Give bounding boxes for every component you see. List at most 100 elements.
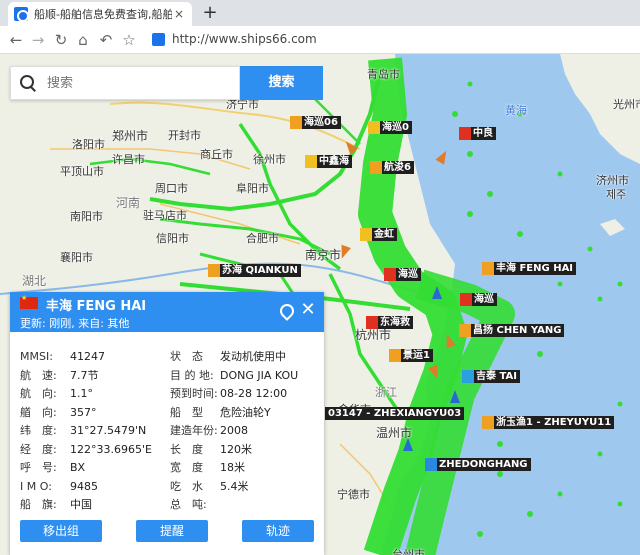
ship-marker[interactable]: 中良 — [459, 127, 496, 140]
ship-marker[interactable]: 金虹 — [360, 228, 397, 241]
ship-square-icon — [425, 458, 437, 471]
ship-label-text: 海巡 — [474, 294, 494, 305]
ship-label-text: ZHEDONGHANG — [439, 459, 528, 470]
ship-label-text: 金虹 — [374, 229, 394, 240]
bookmark-star-icon[interactable]: ☆ — [119, 30, 139, 50]
ship-marker[interactable]: 丰海 FENG HAI — [482, 262, 577, 275]
tab-close-icon[interactable]: × — [172, 7, 186, 21]
ship-label-text: 03147 - ZHEXIANGYU03 — [328, 408, 462, 419]
city-label: 南京市 — [305, 248, 342, 262]
undo-icon[interactable]: ↶ — [96, 30, 116, 50]
ship-label-text: 中良 — [473, 128, 493, 139]
ship-label-text: 东海救 — [380, 317, 410, 328]
ship-marker[interactable]: 海巡 — [460, 293, 497, 306]
forward-arrow-icon[interactable]: → — [28, 30, 48, 50]
field-value: 5.4米 — [220, 479, 249, 493]
china-flag-icon — [20, 294, 38, 309]
ship-square-icon — [459, 127, 471, 140]
remind-button[interactable]: 提醒 — [136, 520, 208, 542]
city-label: 青岛市 — [367, 68, 400, 81]
ship-arrow-icon[interactable] — [450, 390, 460, 403]
detail-row: 呼 号: BX 宽 度 18米 — [20, 459, 320, 478]
field-label: 目 的 地: — [170, 368, 214, 382]
tab-title: 船顺-船舶信息免费查询,船舶动态 — [34, 8, 172, 21]
location-pin-icon[interactable] — [280, 304, 292, 320]
ship-square-icon — [305, 155, 317, 168]
panel-actions: 移出组 提醒 轨迹 — [20, 520, 314, 542]
search-icon — [19, 74, 37, 92]
ship-marker[interactable]: 海巡 — [384, 268, 421, 281]
ship-square-icon — [460, 293, 472, 306]
ship-arrow-icon[interactable] — [403, 438, 413, 451]
ship-marker[interactable]: 浙玉渔1 - ZHEYUYU11 — [482, 416, 615, 429]
track-button[interactable]: 轨迹 — [242, 520, 314, 542]
field-value: BX — [70, 461, 86, 474]
field-value: 18米 — [220, 461, 245, 474]
field-label: 总 吨: — [170, 498, 207, 511]
new-tab-icon[interactable]: + — [200, 3, 220, 23]
home-icon[interactable]: ⌂ — [73, 30, 93, 50]
city-label: 徐州市 — [253, 153, 286, 166]
city-label: 周口市 — [155, 182, 188, 195]
ship-marker[interactable]: 中鑫海 — [305, 155, 352, 168]
browser-tab[interactable]: 船顺-船舶信息免费查询,船舶动态 × — [8, 2, 192, 26]
field-value: 9485 — [70, 479, 98, 493]
city-label: 平顶山市 — [60, 165, 104, 178]
city-label: 信阳市 — [156, 232, 189, 245]
ship-square-icon — [208, 264, 220, 277]
ship-marker[interactable]: 航浚6 — [370, 161, 414, 174]
remove-from-group-button[interactable]: 移出组 — [20, 520, 102, 542]
detail-row: 纬 度: 31°27.5479'N 建造年份: 2008 — [20, 422, 320, 441]
search-bar — [10, 66, 240, 100]
ship-marker[interactable]: ZHEDONGHANG — [425, 458, 531, 471]
field-value: 357° — [70, 405, 97, 419]
field-label: 船 型 — [170, 405, 203, 419]
detail-row: I M O: 9485 吃 水 5.4米 — [20, 478, 320, 497]
field-value: 危险油轮Y — [220, 405, 271, 419]
field-label: 宽 度 — [170, 461, 203, 474]
city-label: 商丘市 — [200, 148, 233, 161]
city-label: 洛阳市 — [72, 138, 105, 151]
back-arrow-icon[interactable]: ← — [6, 30, 26, 50]
ship-marker[interactable]: 景运1 — [389, 349, 433, 362]
ship-marker[interactable]: 苏海 QIANKUN — [208, 264, 301, 277]
close-icon[interactable]: ✕ — [300, 301, 316, 319]
region-label: 湖北 — [22, 274, 47, 288]
ship-label-text: 浙玉渔1 - ZHEYUYU11 — [496, 417, 612, 428]
ship-square-icon — [462, 370, 474, 383]
ship-marker[interactable]: 海巡06 — [290, 116, 341, 129]
field-value: 41247 — [70, 350, 105, 363]
search-button[interactable]: 搜索 — [240, 66, 323, 100]
city-label: 驻马店市 — [143, 209, 187, 222]
reload-icon[interactable]: ↻ — [51, 30, 71, 50]
ship-square-icon — [384, 268, 396, 281]
field-value: 中国 — [70, 498, 92, 511]
ship-marker[interactable]: 吉泰 TAI — [462, 370, 520, 383]
field-label: 预到时间: — [170, 387, 218, 400]
ship-marker[interactable]: 昌扬 CHEN YANG — [459, 324, 565, 337]
url-field[interactable]: http://www.ships66.com — [172, 32, 317, 46]
city-label: 南阳市 — [70, 210, 103, 223]
ship-arrow-icon[interactable] — [432, 286, 442, 299]
ship-label-text: 苏海 QIANKUN — [222, 265, 298, 276]
city-label: 台州市 — [392, 548, 425, 555]
field-value: 08-28 12:00 — [220, 387, 288, 400]
field-value — [220, 496, 320, 515]
ship-marker[interactable]: 海巡0 — [368, 121, 412, 134]
ship-square-icon — [459, 324, 471, 337]
field-label: 艏 向: — [20, 405, 57, 419]
ship-marker[interactable]: 东海救 — [366, 316, 413, 329]
field-value: 120米 — [220, 442, 252, 456]
ship-name: 丰海 FENG HAI — [46, 299, 147, 314]
field-label: 纬 度: — [20, 424, 57, 437]
region-label: 河南 — [116, 196, 141, 210]
ship-marker[interactable]: 03147 - ZHEXIANGYU03 — [325, 407, 465, 420]
search-input[interactable] — [47, 75, 227, 91]
ship-label-text: 海巡 — [398, 269, 418, 280]
field-label: I M O: — [20, 479, 52, 493]
ship-label-text: 吉泰 TAI — [476, 371, 517, 382]
field-label: MMSI: — [20, 350, 53, 363]
city-label: 开封市 — [168, 129, 201, 142]
field-value: 发动机使用中 — [220, 350, 286, 363]
field-value: DONG JIA KOU — [220, 368, 299, 382]
